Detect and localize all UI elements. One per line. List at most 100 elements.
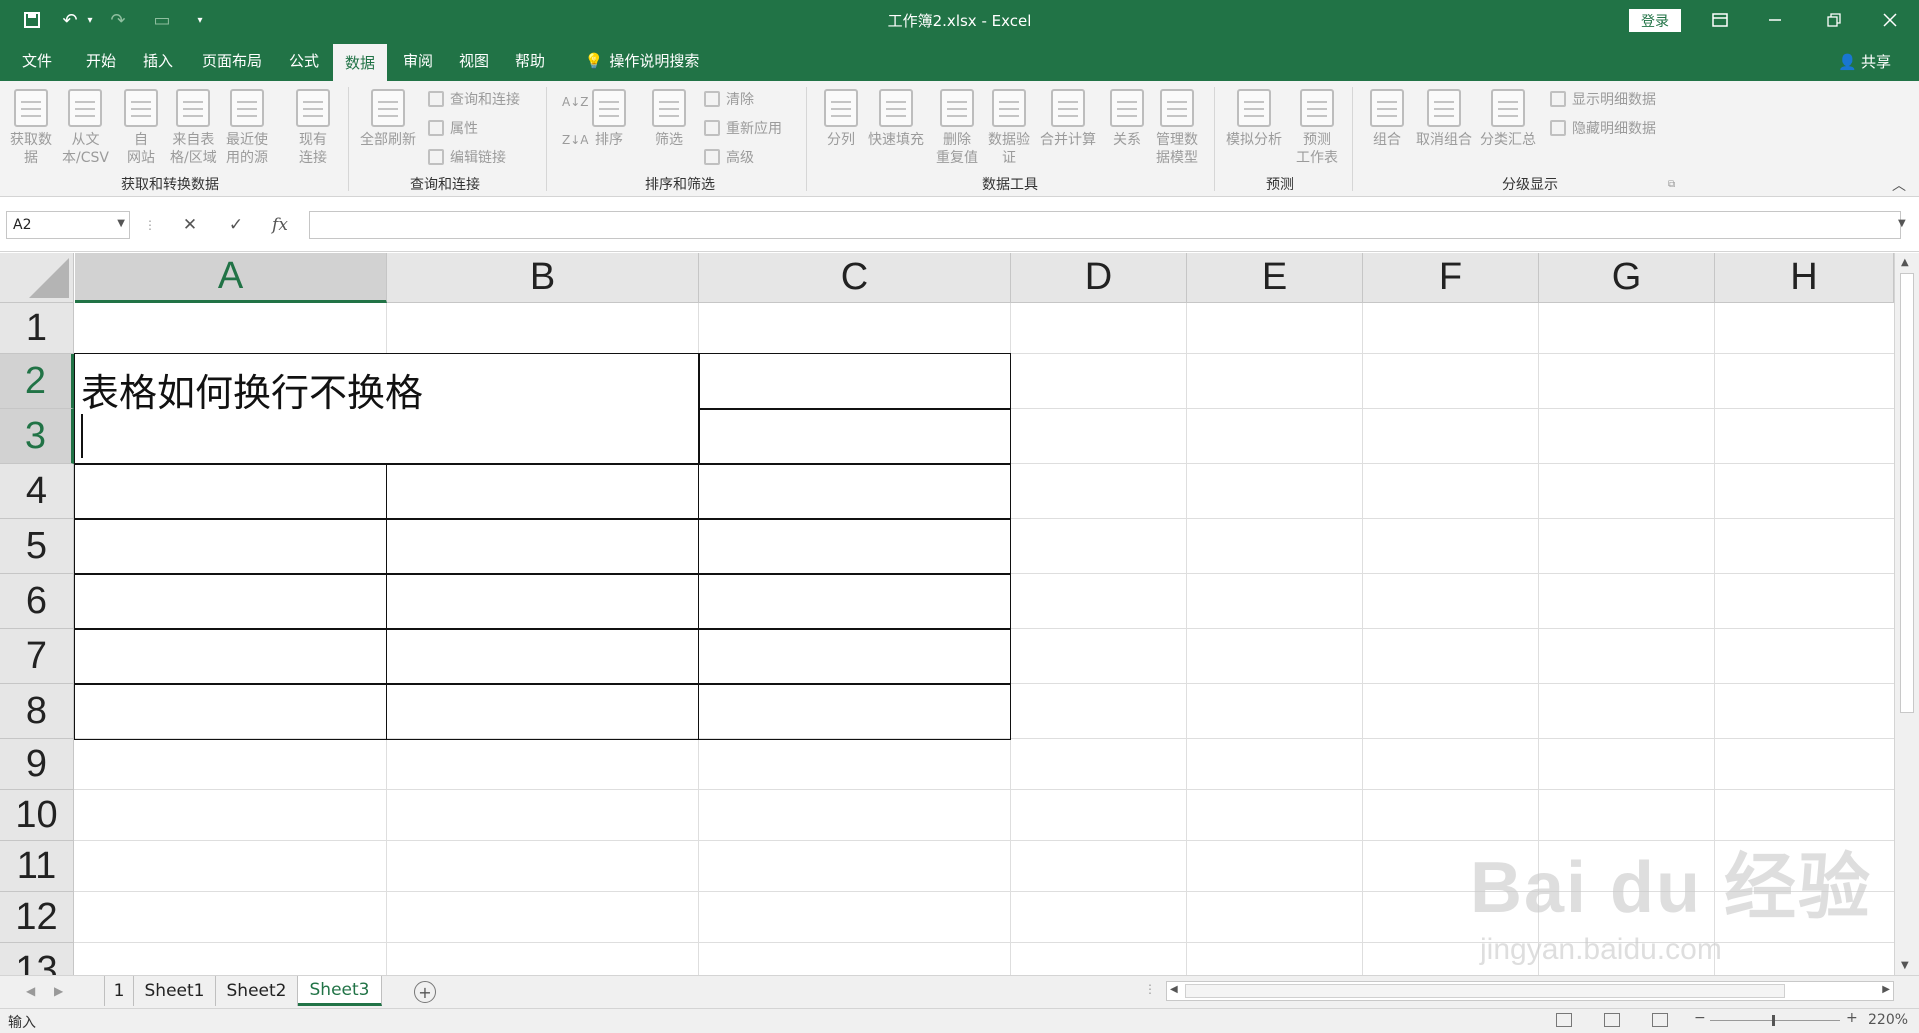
- cancel-entry-icon[interactable]: ✕: [176, 211, 204, 239]
- group-button[interactable]: 组合: [1370, 89, 1404, 149]
- row-header-10[interactable]: 10: [0, 790, 74, 841]
- column-header-f[interactable]: F: [1363, 253, 1539, 303]
- scroll-right-icon[interactable]: ▶: [1882, 984, 1890, 995]
- column-header-c[interactable]: C: [699, 253, 1011, 303]
- cell-border-c8[interactable]: [698, 683, 1011, 740]
- flash-fill-button[interactable]: 快速填充: [868, 89, 924, 149]
- recent-sources-button[interactable]: 最近使 用的源: [226, 89, 268, 167]
- hide-detail-button[interactable]: 隐藏明细数据: [1550, 118, 1656, 138]
- tab-review[interactable]: 审阅: [390, 40, 446, 81]
- cell-border-c6[interactable]: [698, 573, 1011, 630]
- what-if-button[interactable]: 模拟分析: [1226, 89, 1282, 149]
- row-header-11[interactable]: 11: [0, 841, 74, 892]
- edit-links-button[interactable]: 编辑链接: [428, 147, 506, 167]
- remove-duplicates-button[interactable]: 删除 重复值: [936, 89, 978, 167]
- share-button[interactable]: 👤 共享: [1838, 51, 1891, 72]
- clear-filter-button[interactable]: 清除: [704, 89, 754, 109]
- existing-connections-button[interactable]: 现有 连接: [296, 89, 330, 167]
- ungroup-button[interactable]: 取消组合: [1416, 89, 1472, 149]
- sort-za-icon[interactable]: Z↓A: [562, 133, 588, 147]
- reapply-button[interactable]: 重新应用: [704, 118, 782, 138]
- column-header-d[interactable]: D: [1011, 253, 1187, 303]
- cell-border-b5[interactable]: [386, 518, 699, 575]
- cell-border-a7[interactable]: [74, 628, 387, 685]
- vertical-scrollbar[interactable]: ▲ ▼: [1894, 253, 1919, 975]
- expand-formula-icon[interactable]: ▼: [1898, 218, 1906, 229]
- row-header-9[interactable]: 9: [0, 739, 74, 790]
- row-header-4[interactable]: 4: [0, 464, 74, 519]
- row-header-13[interactable]: 13: [0, 943, 74, 975]
- row-header-5[interactable]: 5: [0, 519, 74, 574]
- data-validation-button[interactable]: 数据验 证: [988, 89, 1030, 167]
- sheet-tab-1[interactable]: 1: [104, 976, 134, 1006]
- row-header-1[interactable]: 1: [0, 303, 74, 354]
- column-header-e[interactable]: E: [1187, 253, 1363, 303]
- horizontal-scrollbar[interactable]: ◀ ▶: [1166, 981, 1894, 1001]
- tab-help[interactable]: 帮助: [502, 40, 558, 81]
- consolidate-button[interactable]: 合并计算: [1040, 89, 1096, 149]
- forecast-sheet-button[interactable]: 预测 工作表: [1296, 89, 1338, 167]
- insert-function-icon[interactable]: fx: [266, 211, 294, 239]
- zoom-knob[interactable]: [1772, 1015, 1775, 1026]
- tab-insert[interactable]: 插入: [130, 40, 186, 81]
- tab-file[interactable]: 文件: [8, 40, 66, 81]
- minimize-icon[interactable]: [1747, 0, 1803, 40]
- column-header-a[interactable]: A: [75, 253, 387, 303]
- add-sheet-button[interactable]: +: [414, 981, 436, 1003]
- cell-border-b6[interactable]: [386, 573, 699, 630]
- from-table-button[interactable]: 来自表 格/区域: [170, 89, 217, 167]
- get-data-button[interactable]: 获取数 据: [10, 89, 52, 167]
- cell-border-c3[interactable]: [698, 408, 1011, 465]
- dialog-launcher-icon[interactable]: ⧉: [1668, 179, 1675, 190]
- page-break-view-icon[interactable]: [1652, 1013, 1668, 1027]
- zoom-slider[interactable]: [1710, 1015, 1840, 1026]
- scroll-thumb[interactable]: [1900, 273, 1914, 713]
- page-layout-view-icon[interactable]: [1604, 1013, 1620, 1027]
- cell-border-c2[interactable]: [698, 353, 1011, 410]
- cell-border-c7[interactable]: [698, 628, 1011, 685]
- cell-border-b4[interactable]: [386, 463, 699, 520]
- sheet-tab-sheet1[interactable]: Sheet1: [134, 976, 216, 1006]
- column-header-h[interactable]: H: [1715, 253, 1894, 303]
- close-icon[interactable]: [1862, 0, 1918, 40]
- tab-home[interactable]: 开始: [72, 40, 130, 81]
- select-all-corner[interactable]: [0, 253, 74, 303]
- from-text-button[interactable]: 从文 本/CSV: [62, 89, 109, 167]
- collapse-ribbon-icon[interactable]: ︿: [1892, 175, 1906, 195]
- queries-connections-button[interactable]: 查询和连接: [428, 89, 520, 109]
- tab-page-layout[interactable]: 页面布局: [192, 40, 272, 81]
- row-header-2[interactable]: 2: [0, 354, 74, 409]
- cell-border-a5[interactable]: [74, 518, 387, 575]
- tab-view[interactable]: 视图: [446, 40, 502, 81]
- tab-formulas[interactable]: 公式: [276, 40, 332, 81]
- text-to-columns-button[interactable]: 分列: [824, 89, 858, 149]
- ribbon-display-icon[interactable]: [1692, 0, 1748, 40]
- prev-sheet-icon[interactable]: ◀: [26, 984, 35, 998]
- cell-border-a2-b3[interactable]: [74, 353, 700, 465]
- next-sheet-icon[interactable]: ▶: [54, 984, 63, 998]
- tell-me-search[interactable]: 💡 操作说明搜索: [572, 40, 712, 81]
- from-web-button[interactable]: 自 网站: [124, 89, 158, 167]
- chevron-down-icon[interactable]: ▼: [117, 218, 125, 229]
- tab-split-handle[interactable]: ⋮: [1144, 982, 1156, 996]
- zoom-out-icon[interactable]: −: [1694, 1010, 1706, 1026]
- cell-border-b8[interactable]: [386, 683, 699, 740]
- cell-border-a6[interactable]: [74, 573, 387, 630]
- sort-az-icon[interactable]: A↓Z: [562, 95, 588, 109]
- zoom-level[interactable]: 220%: [1868, 1012, 1908, 1028]
- column-header-g[interactable]: G: [1539, 253, 1715, 303]
- row-header-8[interactable]: 8: [0, 684, 74, 739]
- row-header-12[interactable]: 12: [0, 892, 74, 943]
- horizontal-scroll-thumb[interactable]: [1185, 984, 1785, 998]
- more-options-icon[interactable]: ⋮: [136, 211, 164, 239]
- normal-view-icon[interactable]: [1556, 1013, 1572, 1027]
- zoom-in-icon[interactable]: +: [1846, 1010, 1858, 1026]
- row-header-7[interactable]: 7: [0, 629, 74, 684]
- cell-border-a8[interactable]: [74, 683, 387, 740]
- row-header-6[interactable]: 6: [0, 574, 74, 629]
- refresh-all-button[interactable]: 全部刷新: [360, 89, 416, 149]
- name-box[interactable]: A2 ▼: [6, 211, 130, 239]
- cell-border-c5[interactable]: [698, 518, 1011, 575]
- sheet-tab-sheet2[interactable]: Sheet2: [216, 976, 298, 1006]
- subtotal-button[interactable]: 分类汇总: [1480, 89, 1536, 149]
